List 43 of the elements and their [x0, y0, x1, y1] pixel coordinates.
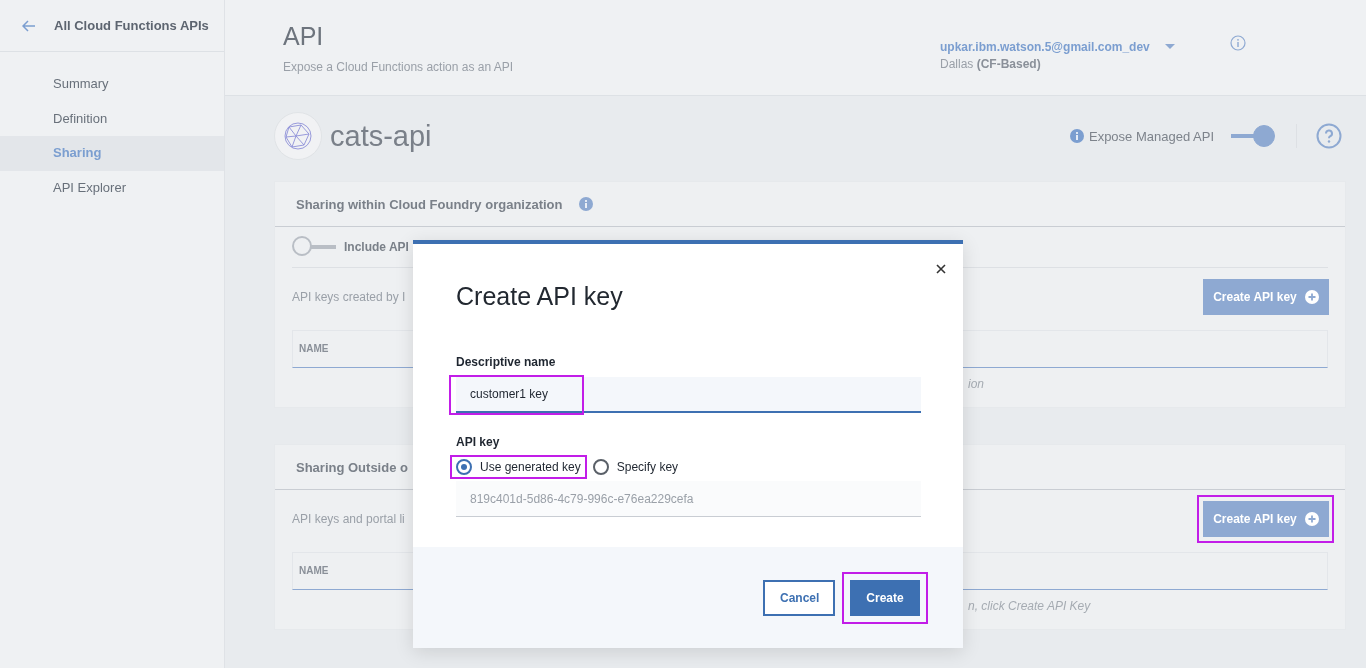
field-label: API key — [456, 435, 501, 449]
page-subtitle: Expose a Cloud Functions action as an API — [283, 60, 515, 74]
sidebar-item[interactable]: API Explorer — [0, 170, 224, 205]
field-label: Descriptive name — [456, 355, 557, 369]
page-title: API — [283, 22, 325, 51]
plus-icon — [1304, 290, 1319, 304]
help-icon[interactable] — [1316, 123, 1342, 149]
sidebar-item[interactable]: Summary — [0, 67, 224, 102]
caret-icon[interactable] — [1164, 44, 1175, 50]
back-link[interactable]: All Cloud Functions APIs — [54, 18, 209, 33]
info-icon[interactable] — [1069, 129, 1084, 143]
globe-network-icon — [274, 112, 322, 160]
create-key-button[interactable]: Create API key — [1203, 501, 1329, 537]
account-name[interactable]: upkar.ibm.watson.5@gmail.com_dev — [940, 40, 1150, 54]
key-field[interactable]: 819c401d-5d86-4c79-996c-e76ea229cefa — [456, 481, 921, 517]
info-icon[interactable] — [1230, 35, 1246, 51]
toggle-label: Include API — [344, 240, 409, 254]
radio-label: Specify key — [616, 460, 679, 474]
radio-label: Use generated key — [480, 460, 581, 474]
section-title: Sharing Outside o — [296, 459, 408, 475]
plus-icon — [1304, 512, 1319, 526]
dialog-title: Create API key — [456, 282, 624, 311]
create-button[interactable]: Create — [850, 579, 920, 616]
expose-label: Expose Managed API — [1088, 128, 1214, 144]
empty-hint: n, click Create API Key — [968, 599, 1091, 613]
include-toggle[interactable] — [292, 236, 336, 258]
cancel-button[interactable]: Cancel — [763, 579, 835, 616]
api-name: cats-api — [330, 119, 432, 153]
name-field[interactable]: customer1 key — [456, 377, 921, 413]
create-key-button[interactable]: Create API key — [1203, 279, 1329, 315]
back-arrow-icon[interactable] — [22, 19, 36, 32]
radio-indicator[interactable] — [456, 459, 472, 475]
radio-option[interactable]: Specify key — [592, 459, 679, 475]
section-description: API keys created by I — [292, 290, 406, 304]
radio-indicator[interactable] — [592, 459, 609, 475]
region-label: Dallas (CF-Based) — [940, 57, 1041, 71]
empty-hint: ion — [968, 377, 984, 391]
sidebar-item[interactable]: Definition — [0, 101, 224, 136]
section-description: API keys and portal li — [292, 512, 405, 526]
close-icon[interactable] — [936, 264, 946, 274]
info-icon[interactable] — [579, 197, 594, 211]
radio-option[interactable]: Use generated key — [456, 459, 581, 475]
section-title: Sharing within Cloud Foundry organization — [296, 196, 563, 212]
